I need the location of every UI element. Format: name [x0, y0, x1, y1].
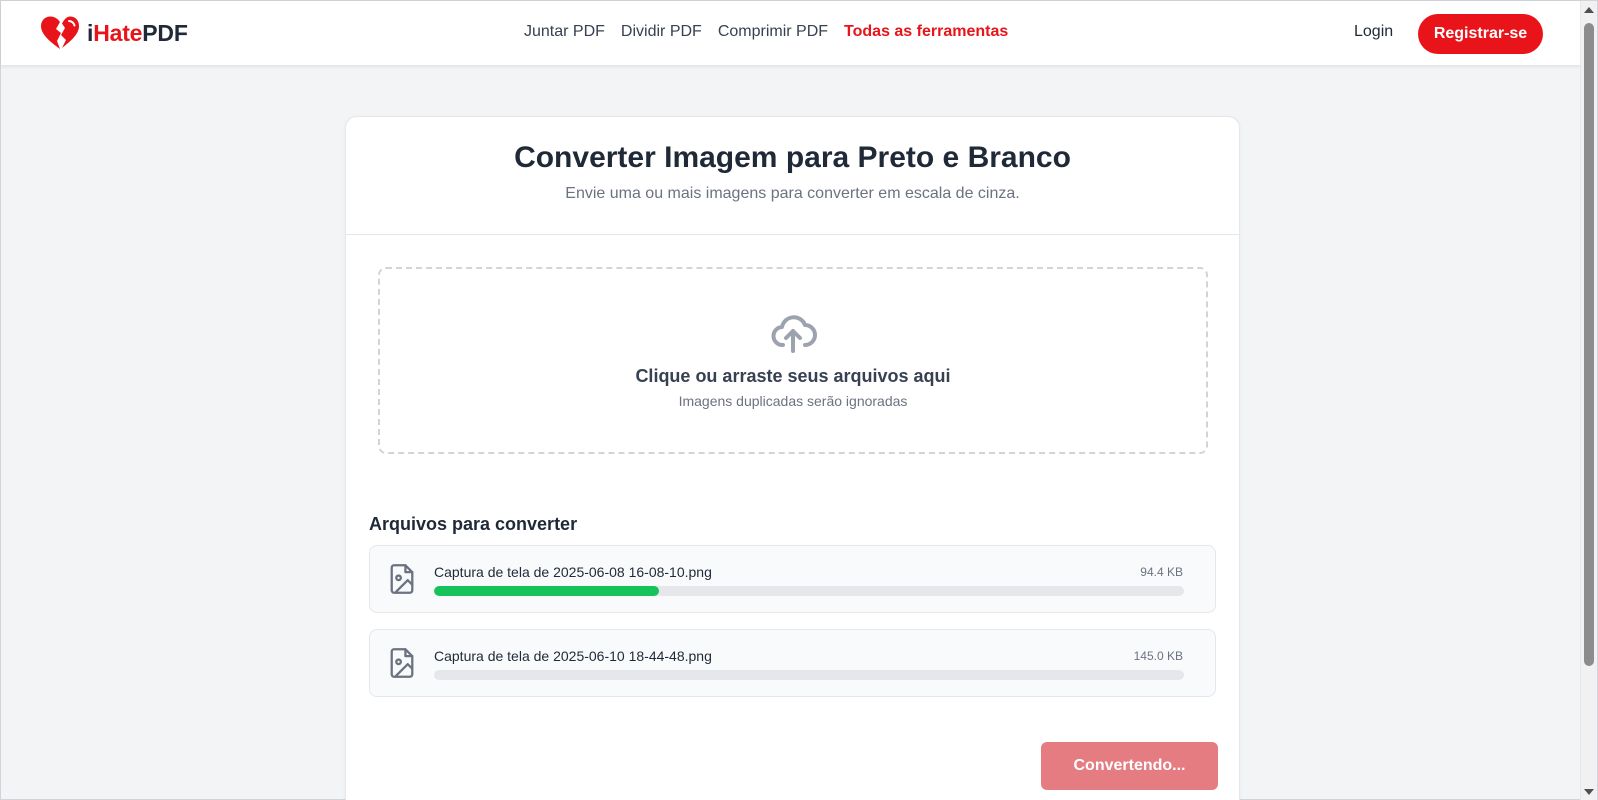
- login-link[interactable]: Login: [1354, 23, 1393, 41]
- nav-link-comprimir-pdf[interactable]: Comprimir PDF: [718, 23, 828, 41]
- scrollbar-thumb[interactable]: [1584, 23, 1594, 666]
- file-dropzone[interactable]: Clique ou arraste seus arquivos aqui Ima…: [378, 267, 1208, 454]
- file-item: Captura de tela de 2025-06-08 16-08-10.p…: [369, 545, 1216, 613]
- dropzone-title: Clique ou arraste seus arquivos aqui: [635, 366, 951, 386]
- main-nav: Juntar PDF Dividir PDF Comprimir PDF Tod…: [524, 23, 1008, 41]
- page-subtitle: Envie uma ou mais imagens para converter…: [565, 185, 1020, 202]
- register-button[interactable]: Registrar-se: [1418, 14, 1543, 54]
- file-item: Captura de tela de 2025-06-10 18-44-48.p…: [369, 629, 1216, 697]
- progress-fill: [434, 586, 659, 596]
- dropzone-hint: Imagens duplicadas serão ignoradas: [678, 393, 908, 409]
- scroll-up-arrow-icon[interactable]: [1584, 7, 1594, 13]
- logo-text: iHatePDF: [87, 19, 188, 46]
- file-progress-bar: [434, 586, 1184, 596]
- nav-link-todas-ferramentas[interactable]: Todas as ferramentas: [844, 23, 1008, 41]
- file-progress-bar: [434, 670, 1184, 680]
- nav-link-juntar-pdf[interactable]: Juntar PDF: [524, 23, 605, 41]
- broken-heart-icon: [41, 16, 79, 49]
- convert-button[interactable]: Convertendo...: [1041, 742, 1218, 790]
- page-title: Converter Imagem para Preto e Branco: [514, 141, 1071, 174]
- scroll-down-arrow-icon[interactable]: [1584, 789, 1594, 795]
- file-name: Captura de tela de 2025-06-08 16-08-10.p…: [434, 564, 712, 580]
- converter-card: Converter Imagem para Preto e Branco Env…: [345, 116, 1240, 800]
- top-navbar: iHatePDF Juntar PDF Dividir PDF Comprimi…: [1, 1, 1580, 66]
- page-scrollbar[interactable]: [1580, 1, 1597, 800]
- image-file-icon: [390, 648, 414, 678]
- image-file-icon: [390, 564, 414, 594]
- nav-link-dividir-pdf[interactable]: Dividir PDF: [621, 23, 702, 41]
- file-size: 94.4 KB: [1140, 565, 1183, 579]
- file-size: 145.0 KB: [1133, 649, 1183, 663]
- card-header: Converter Imagem para Preto e Branco Env…: [346, 117, 1239, 235]
- file-name: Captura de tela de 2025-06-10 18-44-48.p…: [434, 648, 712, 664]
- cloud-upload-icon: [771, 315, 817, 353]
- files-heading: Arquivos para converter: [369, 514, 578, 534]
- logo[interactable]: iHatePDF: [39, 15, 188, 51]
